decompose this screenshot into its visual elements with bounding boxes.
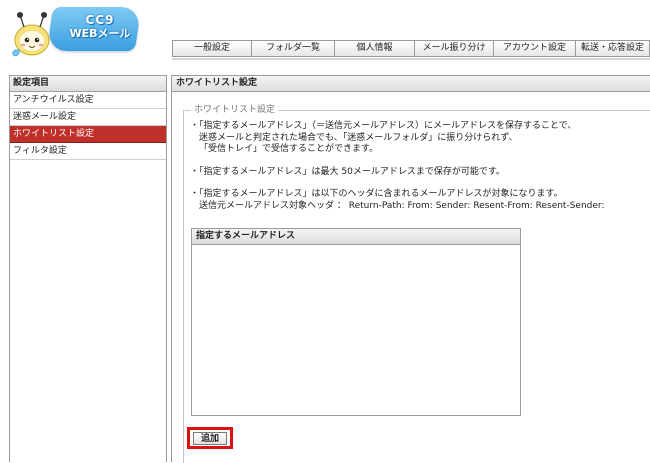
note-line: 迷惑メールと判定された場合でも、「迷惑メールフォルダ」に振り分けられず、 bbox=[199, 132, 518, 143]
tab-forward-reply[interactable]: 転送・応答設定 bbox=[576, 40, 650, 57]
note-line: 「受信トレイ」で受信することができます。 bbox=[199, 144, 379, 154]
logo-text: CC9 WEBメール bbox=[62, 13, 138, 41]
address-list-header: 指定するメールアドレス bbox=[192, 229, 520, 245]
fieldset-legend: ホワイトリスト設定 bbox=[191, 105, 279, 116]
tab-general[interactable]: 一般設定 bbox=[172, 40, 252, 57]
logo-line-1: CC9 bbox=[85, 13, 115, 27]
note-line: ・「指定するメールアドレス」（＝送信元メールアドレス）にメールアドレスを保存する… bbox=[190, 121, 577, 131]
sidebar-item-antivirus[interactable]: アンチウイルス設定 bbox=[10, 92, 166, 109]
note-1: ・「指定するメールアドレス」（＝送信元メールアドレス）にメールアドレスを保存する… bbox=[190, 121, 650, 156]
note-3: ・「指定するメールアドレス」は以下のヘッダに含まれるメールアドレスが対象になりま… bbox=[190, 189, 650, 212]
tab-mail-sorting[interactable]: メール振り分け bbox=[415, 40, 494, 57]
notes: ・「指定するメールアドレス」（＝送信元メールアドレス）にメールアドレスを保存する… bbox=[190, 121, 650, 223]
sidebar-title: 設定項目 bbox=[10, 76, 166, 92]
settings-tabs: 一般設定 フォルダ一覧 個人情報 メール振り分け アカウント設定 転送・応答設定 bbox=[172, 40, 650, 57]
note-line: ・「指定するメールアドレス」は以下のヘッダに含まれるメールアドレスが対象になりま… bbox=[190, 189, 563, 199]
whitelist-fieldset: ホワイトリスト設定 ・「指定するメールアドレス」（＝送信元メールアドレス）にメー… bbox=[183, 105, 650, 463]
sidebar-item-whitelist[interactable]: ホワイトリスト設定 bbox=[10, 126, 166, 143]
tab-account-settings[interactable]: アカウント設定 bbox=[494, 40, 576, 57]
note-line: ・「指定するメールアドレス」は最大 50メールアドレスまで保存が可能です。 bbox=[190, 166, 505, 177]
logo-line-2: WEBメール bbox=[69, 27, 131, 40]
sidebar-item-spam[interactable]: 迷惑メール設定 bbox=[10, 109, 166, 126]
tab-underline bbox=[172, 58, 650, 60]
add-button[interactable]: 追加 bbox=[193, 432, 227, 445]
note-line: 送信元メールアドレス対象ヘッダ ： Return-Path: From: Sen… bbox=[199, 200, 605, 211]
tab-personal-info[interactable]: 個人情報 bbox=[335, 40, 415, 57]
app-logo: CC9 WEBメール bbox=[10, 4, 142, 57]
settings-sidebar: 設定項目 アンチウイルス設定 迷惑メール設定 ホワイトリスト設定 フィルタ設定 bbox=[9, 75, 167, 462]
address-list[interactable]: 指定するメールアドレス bbox=[191, 228, 521, 416]
note-2: ・「指定するメールアドレス」は最大 50メールアドレスまで保存が可能です。 bbox=[190, 167, 650, 179]
sidebar-item-filter[interactable]: フィルタ設定 bbox=[10, 143, 166, 160]
tab-folder-list[interactable]: フォルダ一覧 bbox=[252, 40, 335, 57]
add-button-highlight: 追加 bbox=[187, 427, 233, 449]
main-panel: ホワイトリスト設定 ホワイトリスト設定 ・「指定するメールアドレス」（＝送信元メ… bbox=[171, 75, 650, 463]
page-title: ホワイトリスト設定 bbox=[172, 76, 650, 92]
